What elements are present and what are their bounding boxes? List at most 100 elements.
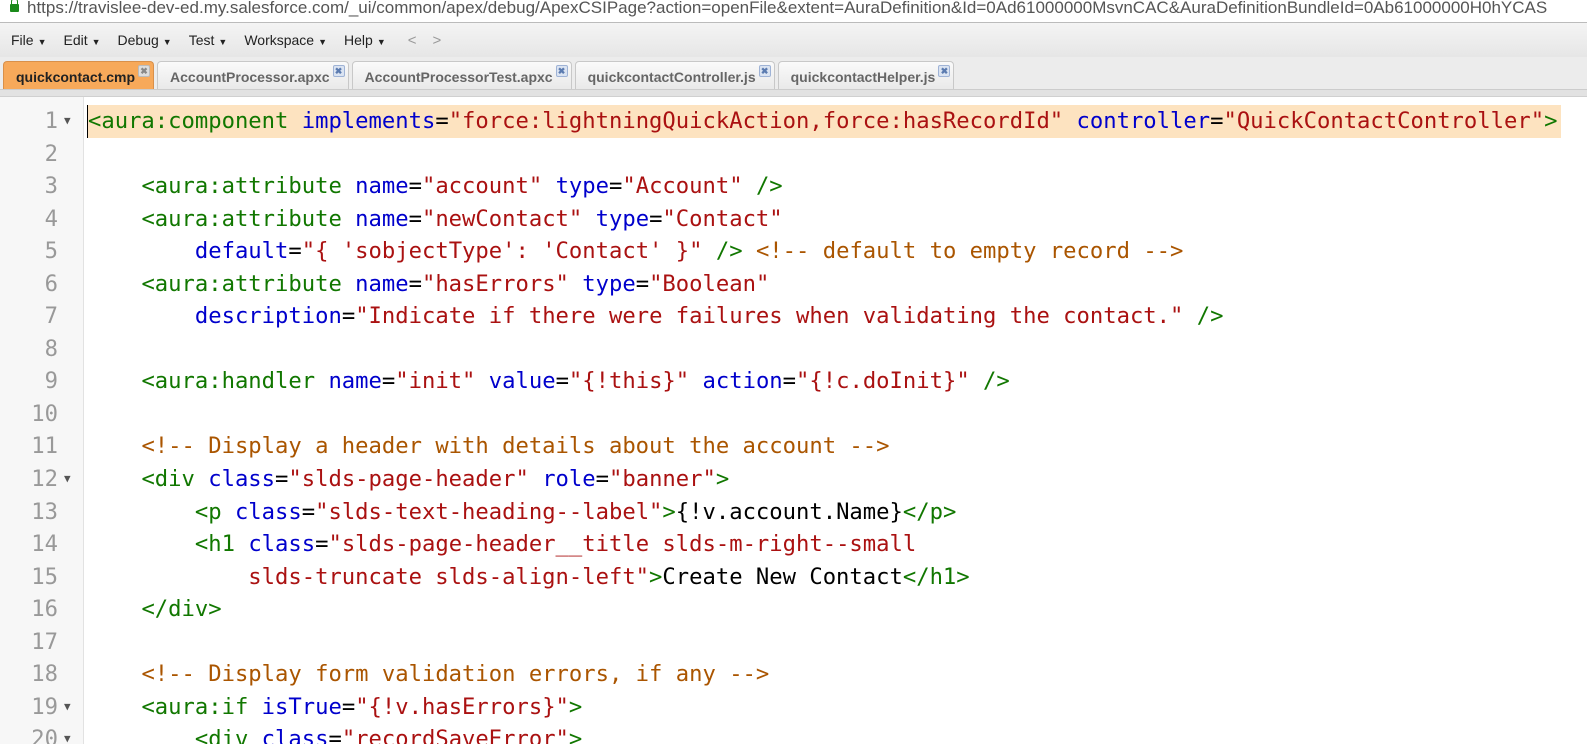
fold-arrow-icon[interactable]: ▼ bbox=[64, 463, 71, 496]
code-string: "recordSaveError" bbox=[341, 726, 569, 744]
address-bar[interactable]: https://travislee-dev-ed.my.salesforce.c… bbox=[0, 0, 1587, 23]
code-tag: <p bbox=[194, 498, 222, 525]
code-attribute: isTrue bbox=[261, 693, 342, 720]
menu-debug[interactable]: Debug ▼ bbox=[118, 32, 172, 48]
code-tag: <aura:component bbox=[88, 108, 289, 134]
code-tag: <aura:if bbox=[141, 693, 249, 720]
line-number: 6 bbox=[44, 270, 58, 297]
forward-button[interactable]: > bbox=[433, 32, 442, 49]
code-line[interactable]: 4 <aura:attribute name="newContact" type… bbox=[0, 203, 1587, 236]
line-number: 13 bbox=[31, 498, 58, 525]
code-attribute: name bbox=[355, 205, 409, 232]
code-tag: > bbox=[662, 498, 676, 525]
code-string: "slds-text-heading--label" bbox=[315, 498, 663, 525]
tab-quickcontacthelper-js[interactable]: quickcontactHelper.js ✖ bbox=[777, 61, 955, 89]
code-line[interactable]: 9 <aura:handler name="init" value="{!thi… bbox=[0, 365, 1587, 398]
line-content: <aura:attribute name="account" type="Acc… bbox=[88, 170, 787, 203]
code-line[interactable]: 14 <h1 class="slds-page-header__title sl… bbox=[0, 528, 1587, 561]
code-line[interactable]: 8 bbox=[0, 333, 1587, 366]
code-text: = bbox=[275, 466, 289, 493]
tab-quickcontactcontroller-js[interactable]: quickcontactController.js ✖ bbox=[574, 61, 775, 89]
menu-test[interactable]: Test ▼ bbox=[189, 32, 228, 48]
code-attribute: name bbox=[328, 368, 382, 395]
code-line[interactable]: 5 default="{ 'sobjectType': 'Contact' }"… bbox=[0, 235, 1587, 268]
code-lines[interactable]: 1 ▼ <aura:component implements="force:ligh… bbox=[0, 105, 1587, 744]
code-line[interactable]: 19 ▼ <aura:if isTrue="{!v.hasErrors}"> bbox=[0, 691, 1587, 724]
line-content: <aura:attribute name="hasErrors" type="B… bbox=[88, 268, 773, 301]
code-line[interactable]: 16 </div> bbox=[0, 593, 1587, 626]
code-string: "slds-page-header" bbox=[288, 466, 529, 493]
code-text: = bbox=[1210, 108, 1224, 134]
line-content: slds-truncate slds-align-left">Create Ne… bbox=[88, 561, 974, 594]
code-attribute: class bbox=[261, 726, 329, 744]
code-text: = bbox=[609, 173, 623, 200]
tab-accountprocessortest-apxc[interactable]: AccountProcessorTest.apxc ✖ bbox=[351, 61, 572, 89]
line-number: 8 bbox=[44, 335, 58, 362]
line-content: <aura:if isTrue="{!v.hasErrors}"> bbox=[88, 691, 586, 724]
menu-edit[interactable]: Edit ▼ bbox=[63, 32, 100, 48]
menu-help[interactable]: Help ▼ bbox=[344, 32, 386, 48]
menu-file[interactable]: File ▼ bbox=[11, 32, 46, 48]
code-line[interactable]: 11 <!-- Display a header with details ab… bbox=[0, 430, 1587, 463]
line-number: 11 bbox=[31, 433, 58, 460]
close-icon[interactable]: ✖ bbox=[758, 65, 771, 77]
code-string: "hasErrors" bbox=[421, 270, 569, 297]
code-string: "newContact" bbox=[421, 205, 583, 232]
code-editor[interactable]: 1 ▼ <aura:component implements="force:ligh… bbox=[0, 97, 1587, 744]
code-attribute: default bbox=[194, 238, 289, 265]
tab-quickcontact-cmp[interactable]: quickcontact.cmp ✖ bbox=[3, 61, 155, 89]
fold-arrow-icon[interactable]: ▼ bbox=[64, 105, 71, 138]
code-text: = bbox=[408, 270, 422, 297]
code-text: Create New Contact bbox=[662, 563, 903, 590]
fold-arrow-icon[interactable]: ▼ bbox=[64, 691, 71, 724]
tab-accountprocessor-apxc[interactable]: AccountProcessor.apxc ✖ bbox=[157, 61, 349, 89]
code-comment: <!-- default to empty record --> bbox=[755, 238, 1184, 265]
close-icon[interactable]: ✖ bbox=[332, 65, 345, 77]
file-tabs: quickcontact.cmp ✖ AccountProcessor.apxc ✖… bbox=[0, 57, 1587, 90]
code-line[interactable]: 12 ▼ <div class="slds-page-header" role="… bbox=[0, 463, 1587, 496]
code-line[interactable]: 13 <p class="slds-text-heading--label">{… bbox=[0, 496, 1587, 529]
code-line[interactable]: 6 <aura:attribute name="hasErrors" type=… bbox=[0, 268, 1587, 301]
close-icon[interactable]: ✖ bbox=[555, 65, 568, 77]
code-string: "Indicate if there were failures when va… bbox=[355, 303, 1184, 330]
code-string: "{!this}" bbox=[568, 368, 690, 395]
code-line[interactable]: 3 <aura:attribute name="account" type="A… bbox=[0, 170, 1587, 203]
code-line[interactable]: 15 slds-truncate slds-align-left">Create… bbox=[0, 561, 1587, 594]
code-line[interactable]: 1 ▼ <aura:component implements="force:ligh… bbox=[0, 105, 1587, 138]
code-tag: <aura:attribute bbox=[141, 173, 342, 200]
caret-down-icon: ▼ bbox=[162, 37, 172, 47]
close-icon[interactable]: ✖ bbox=[938, 65, 951, 77]
code-line[interactable]: 18 <!-- Display form validation errors, … bbox=[0, 658, 1587, 691]
code-line[interactable]: 20 ▼ <div class="recordSaveError"> bbox=[0, 723, 1587, 744]
code-line[interactable]: 17 bbox=[0, 626, 1587, 659]
line-number: 19 bbox=[31, 693, 58, 720]
back-button[interactable]: < bbox=[408, 32, 417, 49]
code-line[interactable]: 2 bbox=[0, 138, 1587, 171]
code-line[interactable]: 7 description="Indicate if there were fa… bbox=[0, 300, 1587, 333]
fold-arrow-icon[interactable]: ▼ bbox=[64, 723, 71, 744]
code-tag: <aura:attribute bbox=[141, 270, 342, 297]
code-text: = bbox=[555, 368, 569, 395]
code-attribute: class bbox=[208, 466, 276, 493]
code-text: = bbox=[782, 368, 797, 395]
code-line[interactable]: 10 bbox=[0, 398, 1587, 431]
line-content: default="{ 'sobjectType': 'Contact' }" /… bbox=[88, 235, 1187, 268]
line-number: 16 bbox=[31, 596, 58, 623]
line-content: description="Indicate if there were fail… bbox=[88, 300, 1227, 333]
close-icon[interactable]: ✖ bbox=[138, 65, 151, 77]
menu-workspace[interactable]: Workspace ▼ bbox=[244, 32, 327, 48]
